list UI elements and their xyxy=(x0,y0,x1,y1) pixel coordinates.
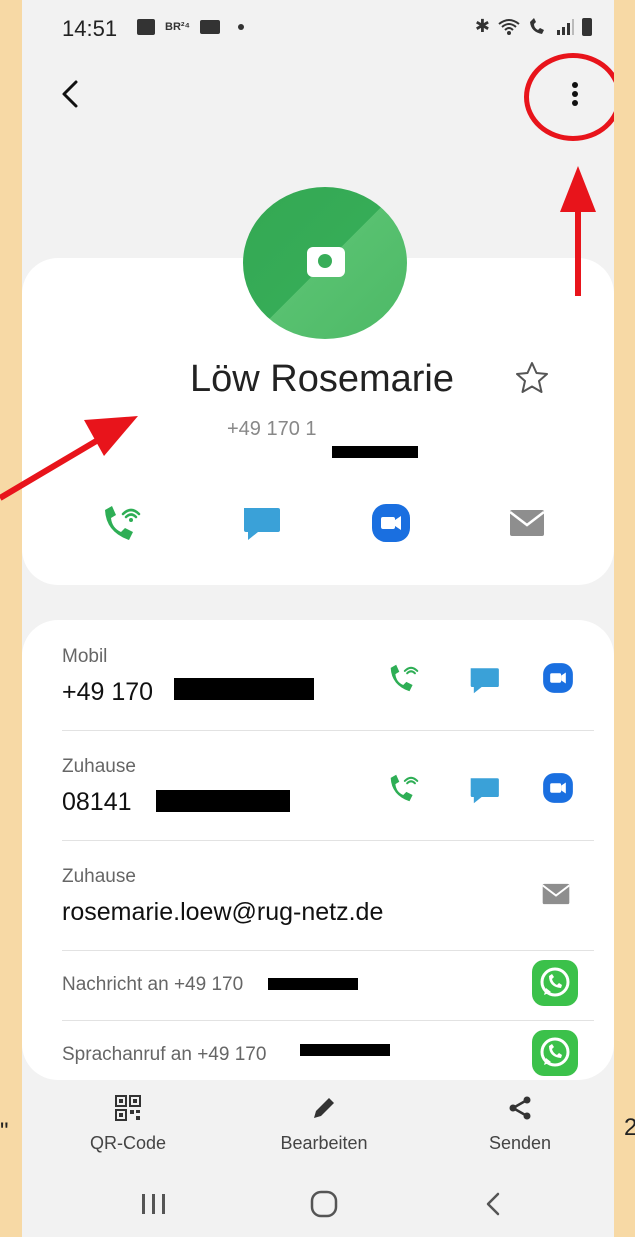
redaction-bar xyxy=(156,790,290,812)
share-button[interactable]: Senden xyxy=(440,1094,600,1154)
contact-summary-phone: +49 170 1 xyxy=(227,418,317,440)
message-icon xyxy=(244,508,280,540)
email-row[interactable]: Zuhause rosemarie.loew@rug-netz.de xyxy=(22,840,614,950)
notification-icons: BR²⁴ xyxy=(137,19,244,35)
redaction-bar xyxy=(300,1044,390,1056)
whatsapp-icon xyxy=(540,967,570,997)
home-label: Zuhause xyxy=(62,756,136,777)
email-label: Zuhause xyxy=(62,866,136,887)
message-icon[interactable] xyxy=(466,772,502,808)
wifi-calling-icon xyxy=(530,17,544,34)
bluetooth-icon: ✱ xyxy=(474,16,490,36)
gallery-notification-icon xyxy=(137,19,155,35)
carrier-badge: BR²⁴ xyxy=(165,21,190,33)
edge-quote-mark: " xyxy=(0,1118,9,1145)
whatsapp-call-label: Sprachanruf an +49 170 xyxy=(62,1044,267,1065)
whatsapp-message-row[interactable]: Nachricht an +49 170 xyxy=(22,950,614,1020)
quick-actions xyxy=(22,500,614,546)
back-button[interactable] xyxy=(56,72,96,116)
share-icon xyxy=(509,1096,531,1120)
whatsapp-icon xyxy=(540,1037,570,1067)
redaction-bar xyxy=(332,446,418,458)
more-options-button[interactable] xyxy=(552,70,596,118)
home-phone-row[interactable]: Zuhause 08141 xyxy=(22,730,614,840)
camera-icon xyxy=(307,247,345,277)
wifi-call-icon xyxy=(105,506,141,540)
home-number: 08141 xyxy=(62,788,132,816)
contact-avatar[interactable] xyxy=(243,187,407,339)
qr-code-button[interactable]: QR-Code xyxy=(48,1094,208,1154)
system-nav-bar xyxy=(22,1172,614,1237)
mail-notification-icon xyxy=(200,20,220,34)
whatsapp-call-button[interactable] xyxy=(532,1030,578,1076)
mobile-number: +49 170 xyxy=(62,678,154,706)
whatsapp-message-label: Nachricht an +49 170 xyxy=(62,974,244,995)
edit-icon xyxy=(314,1098,334,1118)
edit-button[interactable]: Bearbeiten xyxy=(244,1094,404,1154)
mobile-label: Mobil xyxy=(62,646,108,667)
phone-screen: 14:51 BR²⁴ ✱ Löw Rosemarie +49 170 1 Mob… xyxy=(22,0,614,1237)
back-icon xyxy=(486,1192,500,1216)
contact-name: Löw Rosemarie xyxy=(190,358,454,400)
star-icon xyxy=(516,362,548,393)
recent-apps-icon xyxy=(142,1194,165,1214)
email-icon[interactable] xyxy=(538,876,574,912)
whatsapp-call-row[interactable]: Sprachanruf an +49 170 xyxy=(22,1020,614,1080)
signal-icon xyxy=(557,18,574,35)
contact-details-card: Mobil +49 170 Zuhause 08141 Zuhause rose… xyxy=(22,620,614,1080)
recent-apps-button[interactable] xyxy=(134,1186,174,1222)
video-call-icon[interactable] xyxy=(540,660,576,696)
share-label: Senden xyxy=(488,1133,552,1153)
favorite-button[interactable] xyxy=(514,360,550,396)
qr-code-label: QR-Code xyxy=(89,1133,167,1153)
redaction-bar xyxy=(268,978,358,990)
home-button[interactable] xyxy=(304,1186,344,1222)
edit-label: Bearbeiten xyxy=(280,1133,368,1153)
wifi-icon xyxy=(498,18,520,35)
message-icon[interactable] xyxy=(466,662,502,698)
video-call-icon[interactable] xyxy=(540,770,576,806)
home-icon xyxy=(310,1190,338,1218)
video-call-button[interactable] xyxy=(368,500,414,546)
email-address: rosemarie.loew@rug-netz.de xyxy=(62,898,384,926)
mobile-row[interactable]: Mobil +49 170 xyxy=(22,620,614,730)
wifi-call-icon[interactable] xyxy=(386,660,422,696)
system-icons: ✱ xyxy=(475,16,592,37)
whatsapp-message-button[interactable] xyxy=(532,960,578,1006)
email-icon xyxy=(509,510,545,536)
video-call-icon xyxy=(372,504,410,542)
status-time: 14:51 xyxy=(62,16,118,41)
more-notifications-dot xyxy=(238,24,244,30)
wifi-call-icon[interactable] xyxy=(386,770,422,806)
call-button[interactable] xyxy=(99,500,145,546)
status-bar: 14:51 BR²⁴ ✱ xyxy=(22,0,614,60)
edge-digit: 2 xyxy=(624,1114,635,1141)
back-icon xyxy=(62,80,78,108)
email-button[interactable] xyxy=(504,500,550,546)
qr-code-icon xyxy=(115,1095,141,1121)
battery-icon xyxy=(582,17,592,36)
message-button[interactable] xyxy=(238,500,284,546)
system-back-button[interactable] xyxy=(474,1186,514,1222)
bottom-action-bar: QR-Code Bearbeiten Senden xyxy=(22,1080,614,1170)
redaction-bar xyxy=(174,678,314,700)
